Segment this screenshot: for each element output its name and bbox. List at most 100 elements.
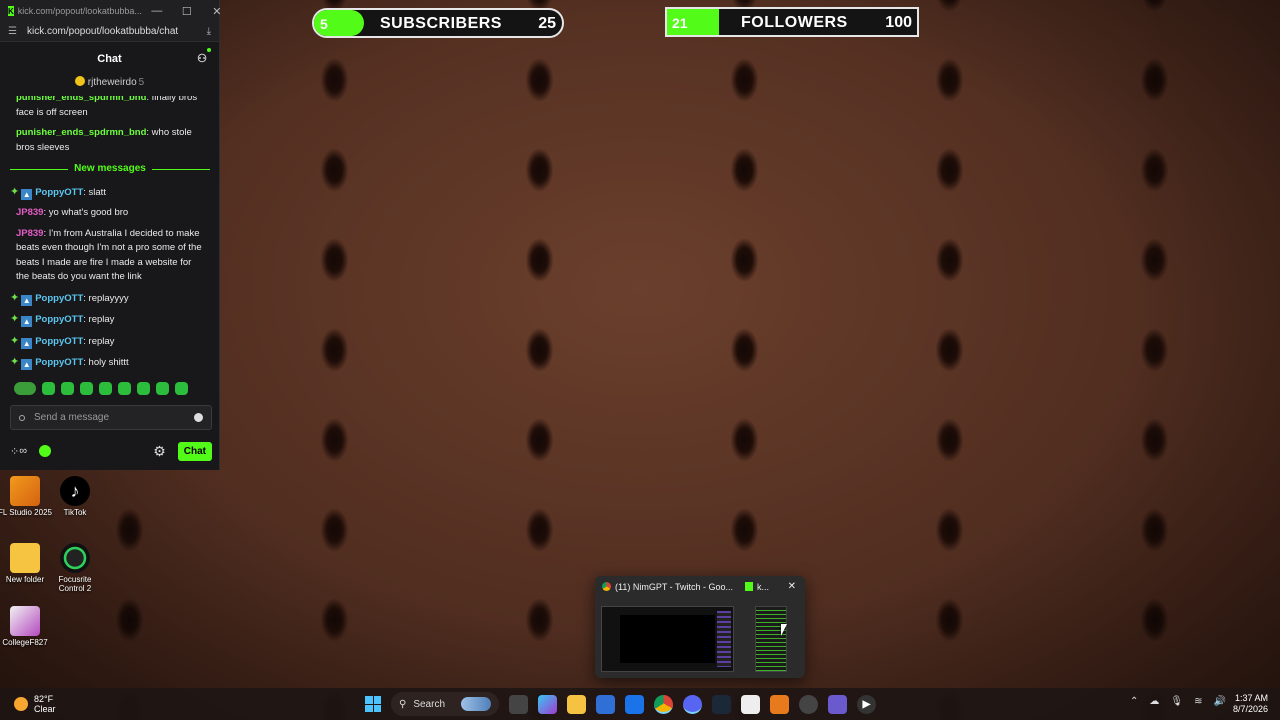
subscriber-goal-bar: 5 SUBSCRIBERS 25 bbox=[312, 8, 564, 38]
chat-username[interactable]: punisher_ends_spdrmn_bnd bbox=[16, 127, 146, 138]
thumbnail-preview-twitch[interactable] bbox=[601, 606, 734, 672]
thumbnail-preview-kick[interactable] bbox=[755, 606, 787, 672]
subscriber-badge-icon: ▲ bbox=[21, 188, 33, 200]
desktop-icon-focusrite[interactable]: Focusrite Control 2 bbox=[45, 543, 105, 593]
copilot-icon[interactable] bbox=[538, 694, 557, 714]
file-explorer-icon[interactable] bbox=[567, 694, 586, 714]
taskbar: 82°F Clear ⚲ Search ▶ ⌃ ☁ 🎙 ≋ 🔊 1:37 AM … bbox=[0, 688, 1280, 720]
coin-icon bbox=[74, 76, 85, 86]
emote-icon[interactable] bbox=[99, 382, 112, 395]
address-bar[interactable]: ☰ kick.com/popout/lookatbubba/chat ⤓ bbox=[0, 22, 219, 42]
kicks-icon[interactable]: ⁘ bbox=[10, 445, 19, 458]
chat-message-list[interactable]: punisher_ends_spdrmn_bnd: finally bros f… bbox=[0, 96, 220, 374]
outlook-icon[interactable] bbox=[625, 694, 644, 714]
discord-icon[interactable] bbox=[683, 694, 702, 714]
college-icon bbox=[10, 606, 40, 636]
emote-icon[interactable] bbox=[137, 382, 150, 395]
system-tray: ⌃ ☁ 🎙 ≋ 🔊 bbox=[1130, 696, 1226, 707]
chat-message: ✦ ▲ PoppyOTT: slatt bbox=[10, 185, 106, 200]
chat-message-input[interactable]: Send a message bbox=[10, 405, 212, 430]
windows-start-icon[interactable] bbox=[365, 696, 381, 712]
app-icon[interactable] bbox=[828, 694, 847, 714]
chat-username[interactable]: JP839 bbox=[16, 207, 43, 218]
window-tab-title: kick.com/popout/lookatbubba... bbox=[17, 6, 142, 16]
emote-icon[interactable] bbox=[118, 382, 131, 395]
chat-username[interactable]: PoppyOTT bbox=[35, 187, 83, 198]
desktop-icon-tiktok[interactable]: ♪ TikTok bbox=[45, 476, 105, 517]
chat-username[interactable]: PoppyOTT bbox=[35, 293, 83, 304]
onedrive-icon[interactable]: ☁ bbox=[1149, 696, 1159, 707]
record-icon[interactable] bbox=[19, 414, 25, 421]
emote-icon[interactable] bbox=[14, 382, 36, 395]
task-view-icon[interactable] bbox=[509, 694, 528, 714]
chat-username[interactable]: PoppyOTT bbox=[35, 314, 83, 325]
taskbar-search[interactable]: ⚲ Search bbox=[391, 692, 499, 716]
tiktok-icon: ♪ bbox=[60, 476, 90, 506]
infinity-icon[interactable]: ∞ bbox=[19, 445, 27, 457]
emote-icon[interactable] bbox=[175, 382, 188, 395]
chrome-icon bbox=[602, 582, 611, 591]
taskbar-clock[interactable]: 1:37 AM 8/7/2026 bbox=[1233, 693, 1268, 715]
new-messages-divider[interactable]: New messages bbox=[10, 162, 210, 177]
emote-icon[interactable] bbox=[80, 382, 93, 395]
chat-username[interactable]: punisher_ends_spdrmn_bnd bbox=[16, 96, 146, 103]
emote-icon[interactable] bbox=[61, 382, 74, 395]
chat-message: JP839: I'm from Australia I decided to m… bbox=[16, 227, 202, 283]
follower-goal-target: 100 bbox=[885, 14, 912, 31]
chat-title: Chat bbox=[97, 53, 122, 65]
chat-username[interactable]: PoppyOTT bbox=[35, 357, 83, 368]
chat-username[interactable]: PoppyOTT bbox=[35, 336, 83, 347]
chevron-up-icon[interactable]: ⌃ bbox=[1130, 696, 1138, 707]
emote-icon[interactable] bbox=[156, 382, 169, 395]
send-chat-button[interactable]: Chat bbox=[177, 441, 212, 461]
emote-icon[interactable] bbox=[42, 382, 55, 395]
chat-username[interactable]: JP839 bbox=[16, 228, 43, 239]
microphone-icon[interactable]: 🎙 bbox=[1170, 696, 1183, 707]
mouse-cursor-icon bbox=[781, 624, 787, 636]
minimize-icon[interactable]: — bbox=[142, 5, 172, 18]
media-player-icon[interactable]: ▶ bbox=[857, 694, 876, 714]
search-highlight-icon bbox=[461, 697, 491, 711]
follower-goal-current: 21 bbox=[672, 15, 688, 31]
notepad-icon[interactable] bbox=[741, 694, 760, 714]
subscriber-badge-icon: ▲ bbox=[21, 316, 33, 327]
window-titlebar[interactable]: K kick.com/popout/lookatbubba... — ☐ ✕ bbox=[0, 0, 221, 22]
volume-icon[interactable]: 🔊 bbox=[1213, 696, 1225, 707]
steam-icon[interactable] bbox=[712, 694, 731, 714]
pinned-username: rjtheweirdo bbox=[87, 77, 137, 88]
maximize-icon[interactable]: ☐ bbox=[172, 5, 202, 18]
wifi-icon[interactable]: ≋ bbox=[1194, 696, 1202, 707]
taskbar-apps: ⚲ Search ▶ bbox=[365, 692, 876, 716]
download-icon[interactable]: ⤓ bbox=[207, 26, 211, 37]
microsoft-store-icon[interactable] bbox=[596, 694, 615, 714]
chat-message: ✦ ▲ PoppyOTT: replayyyy bbox=[10, 291, 129, 306]
gear-icon[interactable]: ⚙ bbox=[153, 443, 166, 460]
clock-date: 8/7/2026 bbox=[1232, 704, 1268, 714]
desktop-icon-label: New folder bbox=[5, 575, 45, 584]
kick-badge-icon[interactable] bbox=[39, 445, 52, 457]
desktop-icon-college[interactable]: CollegeF827 bbox=[0, 606, 55, 647]
desktop-icon-label: TikTok bbox=[63, 508, 87, 517]
pinned-user[interactable]: rjtheweirdo 5 bbox=[0, 76, 219, 90]
chat-message: punisher_ends_spdrmn_bnd: who stole bros… bbox=[16, 127, 192, 153]
chat-text: replay bbox=[88, 314, 115, 325]
thumbnail-title-chrome[interactable]: (11) NimGPT - Twitch - Goo... bbox=[602, 582, 737, 592]
close-icon[interactable]: ✕ bbox=[202, 5, 232, 18]
close-icon[interactable]: ✕ bbox=[788, 581, 796, 592]
chrome-icon[interactable] bbox=[654, 694, 673, 714]
focusrite-icon bbox=[60, 543, 90, 573]
fl-studio-icon[interactable] bbox=[770, 694, 789, 714]
chat-message: ✦ ▲ PoppyOTT: holy shittt bbox=[10, 356, 129, 370]
chat-text: replayyyy bbox=[88, 292, 129, 304]
users-settings-icon[interactable]: ⚇ bbox=[197, 48, 211, 65]
chat-popout-window: K kick.com/popout/lookatbubba... — ☐ ✕ ☰… bbox=[0, 0, 221, 470]
obs-icon[interactable] bbox=[799, 694, 818, 714]
emoji-picker-icon[interactable] bbox=[194, 413, 203, 422]
weather-widget[interactable]: 82°F Clear bbox=[14, 694, 56, 714]
sparkle-badge-icon: ✦ bbox=[10, 356, 20, 368]
chat-text: I'm from Australia I decided to make bea… bbox=[16, 227, 202, 283]
site-settings-icon[interactable]: ☰ bbox=[8, 26, 17, 37]
chat-text: yo what's good bro bbox=[48, 207, 129, 218]
address-url[interactable]: kick.com/popout/lookatbubba/chat bbox=[27, 26, 178, 37]
thumbnail-title-kick[interactable]: k... bbox=[745, 582, 769, 592]
